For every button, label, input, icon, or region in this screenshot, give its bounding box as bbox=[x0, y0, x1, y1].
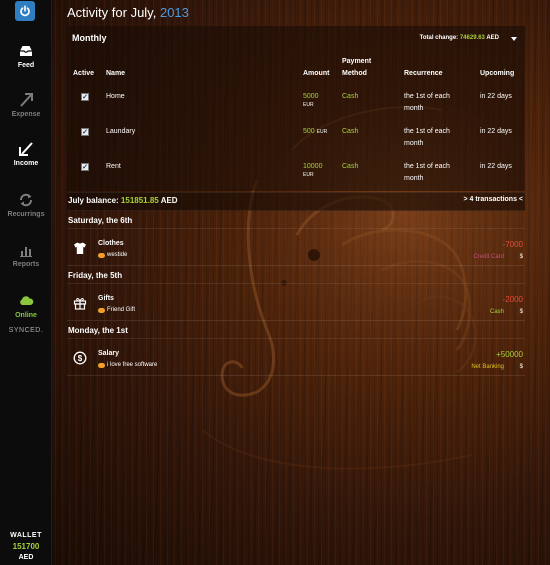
transaction-currency: $ bbox=[519, 364, 523, 370]
total-change: Total change: 74629.63 AED bbox=[419, 35, 499, 41]
column-header-active: Active bbox=[73, 70, 95, 77]
main-content: Activity for July, 2013 Monthly Total ch… bbox=[52, 0, 550, 565]
wallet-summary[interactable]: WALLET 151700 AED bbox=[0, 530, 52, 563]
comment-icon bbox=[98, 307, 105, 313]
transaction-currency: $ bbox=[519, 309, 523, 315]
sidebar-item-feed[interactable]: Feed bbox=[0, 43, 52, 69]
transaction-row[interactable]: Clothes westide -7000 Credit Card $ bbox=[67, 236, 525, 266]
transaction-row[interactable]: $ Salary i love free software +50000 Net… bbox=[67, 346, 525, 376]
sidebar-item-label: Expense bbox=[11, 111, 41, 118]
sidebar-item-online[interactable]: Online bbox=[0, 293, 52, 319]
sidebar-item-label: Reports bbox=[12, 261, 40, 268]
comment-icon bbox=[98, 362, 105, 368]
day-header: Saturday, the 6th bbox=[67, 213, 525, 229]
recurring-recurrence: the 1st of each month bbox=[404, 93, 450, 112]
arrow-up-right-icon bbox=[20, 93, 33, 107]
transactions-toggle[interactable]: > 4 transactions < bbox=[463, 196, 523, 203]
panel-heading: Monthly bbox=[72, 33, 107, 43]
sync-status: SYNCED. bbox=[8, 327, 44, 334]
inbox-tray-icon bbox=[20, 46, 32, 56]
recurring-recurrence: the 1st of each month bbox=[404, 163, 450, 182]
tshirt-icon bbox=[74, 242, 86, 254]
column-header-upcoming: Upcoming bbox=[480, 70, 515, 77]
transaction-name: Gifts bbox=[98, 295, 114, 302]
svg-text:$: $ bbox=[78, 354, 83, 363]
sidebar-item-label: Recurrings bbox=[7, 211, 45, 218]
arrow-down-left-icon bbox=[19, 142, 33, 156]
transaction-currency: $ bbox=[519, 254, 523, 260]
recurring-amount: 500 EUR bbox=[303, 128, 328, 135]
transaction-note: Friend Gift bbox=[98, 307, 135, 313]
column-header-payment-method: Payment Method bbox=[342, 58, 372, 77]
transaction-note: i love free software bbox=[98, 362, 157, 368]
month-balance-bar: July balance: 151851.85 AED > 4 transact… bbox=[67, 192, 525, 211]
recurring-method: Cash bbox=[342, 163, 359, 170]
day-header: Friday, the 5th bbox=[67, 268, 525, 284]
dollar-coin-icon: $ bbox=[73, 351, 87, 365]
cloud-icon bbox=[20, 296, 34, 305]
month-balance: July balance: 151851.85 AED bbox=[68, 196, 178, 205]
active-checkbox[interactable]: ✓ bbox=[81, 163, 89, 171]
active-checkbox[interactable]: ✓ bbox=[81, 93, 89, 101]
column-header-recurrence: Recurrence bbox=[404, 70, 443, 77]
transaction-name: Salary bbox=[98, 350, 120, 357]
wallet-label: WALLET bbox=[10, 532, 42, 539]
recurring-recurrence: the 1st of each month bbox=[404, 128, 450, 147]
column-header-amount: Amount bbox=[303, 70, 330, 77]
recurring-upcoming: in 22 days bbox=[480, 128, 512, 135]
transaction-amount: -2000 bbox=[502, 295, 523, 304]
transaction-method: Credit Card bbox=[473, 254, 504, 260]
wallet-amount: 151700 bbox=[12, 542, 40, 551]
sidebar-item-label: Feed bbox=[17, 62, 35, 69]
recurring-amount: 10000 EUR bbox=[303, 163, 323, 178]
wallet-currency: AED bbox=[18, 554, 34, 561]
bar-chart-icon bbox=[20, 247, 32, 257]
power-button[interactable] bbox=[15, 1, 35, 21]
sidebar-item-recurrings[interactable]: Recurrings bbox=[0, 192, 52, 218]
recurring-name[interactable]: Home bbox=[106, 91, 125, 103]
chevron-down-icon[interactable] bbox=[511, 37, 517, 41]
transaction-note: westide bbox=[98, 252, 127, 258]
monthly-recurrings-panel: Monthly Total change: 74629.63 AED Activ… bbox=[67, 26, 525, 191]
recurring-upcoming: in 22 days bbox=[480, 163, 512, 170]
recurring-name[interactable]: Rent bbox=[106, 161, 121, 173]
recurring-amount: 5000 EUR bbox=[303, 93, 319, 108]
power-icon bbox=[20, 5, 30, 17]
recurring-method: Cash bbox=[342, 128, 359, 135]
recurring-name[interactable]: Laundary bbox=[106, 126, 135, 138]
transaction-amount: +50000 bbox=[496, 350, 523, 359]
transaction-amount: -7000 bbox=[502, 240, 523, 249]
comment-icon bbox=[98, 252, 105, 258]
sidebar-item-reports[interactable]: Reports bbox=[0, 242, 52, 268]
gift-icon bbox=[73, 298, 87, 310]
recurring-method: Cash bbox=[342, 93, 359, 100]
page-title: Activity for July, 2013 bbox=[67, 5, 189, 20]
transaction-name: Clothes bbox=[98, 240, 124, 247]
sidebar-item-income[interactable]: Income bbox=[0, 141, 52, 167]
sidebar-item-label: Online bbox=[15, 312, 37, 319]
transaction-row[interactable]: Gifts Friend Gift -2000 Cash $ bbox=[67, 291, 525, 321]
active-checkbox[interactable]: ✓ bbox=[81, 128, 89, 136]
year-link[interactable]: 2013 bbox=[160, 5, 189, 20]
recurring-upcoming: in 22 days bbox=[480, 93, 512, 100]
column-header-name: Name bbox=[106, 70, 126, 77]
sidebar-item-expense[interactable]: Expense bbox=[0, 92, 52, 118]
transaction-method: Cash bbox=[489, 309, 504, 315]
refresh-icon bbox=[20, 193, 32, 207]
sidebar: Feed Expense Income Recurrings Reports O… bbox=[0, 0, 52, 565]
page-header: Activity for July, 2013 bbox=[52, 0, 550, 26]
app-window: Feed Expense Income Recurrings Reports O… bbox=[0, 0, 550, 565]
sidebar-item-label: Income bbox=[13, 160, 39, 167]
transaction-method: Net Banking bbox=[471, 364, 504, 370]
day-header: Monday, the 1st bbox=[67, 323, 525, 339]
